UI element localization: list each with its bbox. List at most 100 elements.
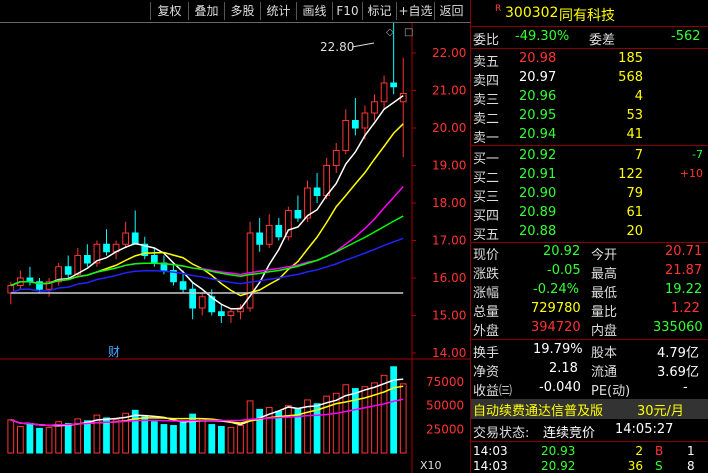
ma60-line: [10, 237, 404, 294]
fin-marker: 财: [108, 345, 120, 359]
volume-bar: [36, 427, 43, 454]
volume-bar: [246, 400, 254, 454]
volume-bar: [7, 419, 15, 454]
bid-row[interactable]: 买二 20.91 122 +10: [471, 166, 708, 186]
price-tick-label: 22.00: [432, 46, 466, 60]
draw-line-button[interactable]: 画线: [296, 2, 332, 20]
mark-button[interactable]: 标记: [362, 2, 396, 20]
fund-row-turnover: 换手 19.79% 股本 4.79亿: [473, 342, 699, 361]
volume-bar: [16, 425, 24, 454]
overlay-button[interactable]: 叠加: [188, 2, 224, 20]
quote-row-pct: 涨幅 -0.24% 最低 19.22: [473, 282, 703, 301]
candle[interactable]: [399, 57, 407, 158]
ask-row[interactable]: 卖三 20.96 4: [471, 88, 708, 108]
quote-panel: R 300302 同有科技 委比 -49.30% 委差 -562 卖五 20.9…: [470, 0, 708, 473]
volume-bar: [332, 392, 340, 454]
volume-bar: [351, 388, 359, 454]
volume-bar: [237, 425, 244, 454]
candle[interactable]: [122, 221, 130, 248]
volume-bar: [323, 395, 331, 454]
candle[interactable]: [313, 173, 321, 203]
statistics-button[interactable]: 统计: [260, 2, 296, 20]
bid-row[interactable]: 买五 20.88 20: [471, 223, 708, 243]
volume-tick-label: 50000: [426, 399, 464, 413]
ask-row[interactable]: 卖二 20.95 53: [471, 107, 708, 127]
price-tick-label: 20.00: [432, 121, 466, 135]
tick-row: 14:03 20.92 36 S 8: [473, 459, 695, 473]
candle[interactable]: [112, 240, 120, 260]
stock-header: R 300302 同有科技: [471, 0, 708, 27]
stock-code: 300302: [505, 5, 559, 21]
fuquan-button[interactable]: 复权: [150, 2, 188, 20]
candle[interactable]: [371, 94, 378, 121]
candle[interactable]: [189, 281, 197, 320]
ask-row[interactable]: 卖五 20.98 185: [471, 50, 708, 70]
candle[interactable]: [361, 105, 369, 140]
f10-button[interactable]: F10: [332, 2, 362, 20]
candle[interactable]: [83, 244, 91, 267]
multi-stock-button[interactable]: 多股: [224, 2, 260, 20]
volume-tick-label: 75000: [426, 375, 464, 389]
stock-name: 同有科技: [559, 8, 615, 24]
price-tick-label: 19.00: [432, 159, 466, 173]
volume-bar: [256, 408, 264, 454]
volume-bar: [284, 405, 292, 454]
tick-row: 14:03 20.93 2 B 1: [473, 444, 695, 458]
candle[interactable]: [227, 308, 235, 323]
candle[interactable]: [170, 263, 177, 286]
chart-toolbar: 复权 叠加 多股 统计 画线 F10 标记 +自选 返回: [0, 0, 470, 23]
candle[interactable]: [342, 109, 350, 155]
candle[interactable]: [275, 218, 283, 241]
candle[interactable]: [265, 214, 273, 248]
add-watchlist-button[interactable]: +自选: [396, 2, 434, 20]
volume-bar: [26, 424, 34, 454]
volume-bar: [141, 416, 149, 454]
volume-bar: [304, 399, 311, 454]
candle[interactable]: [380, 75, 388, 110]
volume-bar: [83, 420, 91, 454]
volume-bar: [217, 425, 225, 454]
bid-row[interactable]: 买四 20.89 61: [471, 204, 708, 224]
volume-bar: [150, 421, 158, 454]
subscription-banner[interactable]: 自动续费通达信普及版 30元/月: [471, 399, 708, 419]
candle[interactable]: [351, 98, 359, 136]
kline-chart[interactable]: 22.00 21.00 20.00 19.00 18.00 17.00 16.00 15.00…: [0, 23, 470, 473]
candle[interactable]: [131, 210, 139, 245]
volume-bar: [45, 426, 53, 454]
volume-bar: [160, 424, 168, 454]
volume-tick-label: 25000: [426, 422, 464, 436]
diamond-icon: ◇: [386, 27, 394, 38]
quote-row-outer-inner: 外盘 394720 内盘 335060: [473, 320, 703, 339]
candle[interactable]: [16, 270, 24, 290]
bid-row[interactable]: 买三 20.90 79: [471, 185, 708, 205]
candle[interactable]: [64, 255, 72, 279]
candle[interactable]: [141, 236, 149, 260]
volume-bar: [399, 383, 407, 454]
candle[interactable]: [294, 195, 302, 222]
candle[interactable]: [332, 143, 340, 173]
candle[interactable]: [55, 263, 63, 286]
price-tick-label: 16.00: [432, 271, 466, 285]
rzrq-marker: R: [495, 4, 502, 14]
back-button[interactable]: 返回: [434, 2, 468, 20]
candle[interactable]: [103, 229, 110, 256]
volume-bar: [208, 424, 216, 454]
quote-row-price: 现价 20.92 今开 20.71: [473, 244, 703, 263]
quote-row-volume: 总量 729780 量比 1.22: [473, 301, 700, 320]
candle[interactable]: [256, 218, 264, 252]
price-axis: 22.00 21.00 20.00 19.00 18.00 17.00 16.00 15.00…: [0, 23, 470, 473]
price-tick-label: 17.00: [432, 234, 466, 248]
price-tick-label: 18.00: [432, 196, 466, 210]
ask-row[interactable]: 卖一 20.94 41: [471, 126, 708, 146]
volume-bar: [112, 419, 120, 454]
order-ratio-row: 委比 -49.30% 委差 -562: [473, 29, 701, 48]
candle[interactable]: [45, 278, 53, 297]
bid-row[interactable]: 买一 20.92 7 -7: [471, 147, 708, 167]
volume-unit: X10: [420, 459, 442, 472]
ask-row[interactable]: 卖四 20.97 568: [471, 69, 708, 89]
volume-bar: [380, 374, 388, 454]
volume-bar: [170, 425, 177, 454]
quote-row-change: 涨跌 -0.05 最高 21.87: [473, 263, 703, 282]
candle[interactable]: [198, 293, 206, 316]
candle[interactable]: [217, 304, 225, 323]
